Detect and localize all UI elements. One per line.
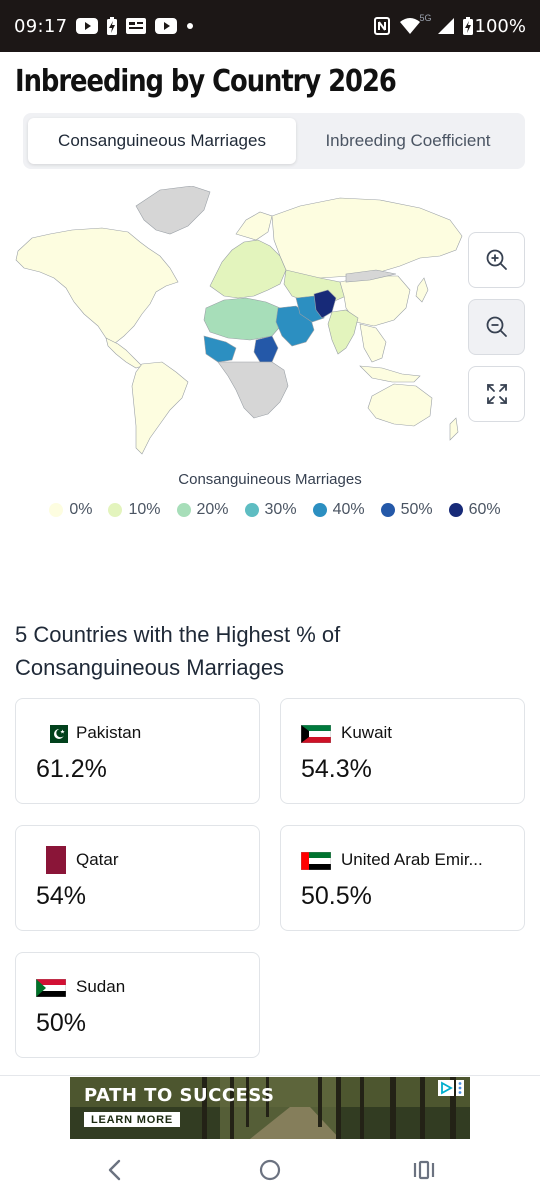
- country-value: 50.5%: [301, 882, 372, 910]
- tab-inbreeding-coefficient[interactable]: Inbreeding Coefficient: [296, 118, 520, 164]
- country-card-qatar[interactable]: Qatar 54%: [15, 825, 260, 931]
- uae-flag-icon: [301, 852, 331, 870]
- legend-dot: [448, 503, 463, 517]
- country-value: 54%: [36, 882, 87, 910]
- battery-saver-icon: [107, 17, 118, 35]
- legend-dot: [176, 503, 191, 517]
- legend-item-50: 50%: [380, 499, 433, 521]
- legend-label: 20%: [196, 501, 229, 518]
- notification-dot-icon: [186, 22, 194, 30]
- wifi-icon: 5G: [399, 13, 432, 35]
- country-name: Qatar: [76, 850, 119, 869]
- country-card-kuwait[interactable]: Kuwait 54.3%: [280, 698, 525, 804]
- home-button[interactable]: [250, 1154, 290, 1186]
- country-value: 50%: [36, 1009, 87, 1037]
- zoom-out-icon: [486, 316, 507, 337]
- map-region-southeast-asia: [359, 323, 387, 363]
- divider: [0, 1075, 540, 1076]
- country-value: 61.2%: [36, 755, 107, 783]
- fullscreen-icon: [486, 384, 507, 404]
- map-region-west-africa: [203, 335, 237, 363]
- country-name: Pakistan: [76, 723, 142, 742]
- back-button[interactable]: [95, 1154, 135, 1186]
- battery-icon: [462, 17, 473, 35]
- youtube-icon: [155, 18, 178, 34]
- recents-button[interactable]: [404, 1154, 444, 1186]
- fullscreen-button[interactable]: [468, 366, 525, 422]
- zoom-in-button[interactable]: [468, 232, 525, 288]
- legend-label: 60%: [468, 501, 501, 518]
- map-region-europe: [209, 239, 287, 299]
- legend-item-60: 60%: [448, 499, 501, 521]
- nfc-icon: [373, 17, 390, 35]
- world-map[interactable]: [10, 186, 465, 458]
- section-title: 5 Countries with the Highest % of Consan…: [15, 622, 341, 680]
- legend-dot: [108, 503, 123, 517]
- legend-item-0: 0%: [49, 499, 92, 521]
- legend-item-10: 10%: [108, 499, 161, 521]
- country-name: Sudan: [76, 977, 126, 996]
- legend-label: 50%: [400, 501, 433, 518]
- map-region-india: [327, 309, 359, 355]
- country-card-pakistan[interactable]: Pakistan 61.2%: [15, 698, 260, 804]
- status-time: 09:17: [14, 15, 68, 37]
- system-nav-bar: [0, 1140, 540, 1200]
- map-region-north-america: [15, 227, 179, 345]
- map-legend: 0% 10% 20% 30% 40% 50% 60%: [40, 499, 510, 521]
- home-icon: [259, 1159, 281, 1181]
- page-title: Inbreeding by Country 2026: [15, 64, 397, 99]
- legend-label: 40%: [332, 501, 365, 518]
- legend-title: Consanguineous Marriages: [178, 471, 362, 488]
- zoom-out-button[interactable]: [468, 299, 525, 355]
- map-region-russia: [271, 197, 463, 279]
- news-icon: [126, 18, 147, 34]
- more-options-icon: [456, 1080, 464, 1096]
- ad-banner[interactable]: PATH TO SUCCESS LEARN MORE: [70, 1077, 470, 1139]
- recents-icon: [413, 1160, 435, 1180]
- legend-dot: [49, 503, 64, 517]
- ad-learn-more-button[interactable]: LEARN MORE: [84, 1112, 180, 1127]
- ad-choices-icon: [438, 1080, 454, 1096]
- network-type: 5G: [419, 13, 432, 23]
- legend-dot: [312, 503, 327, 517]
- legend-dot: [244, 503, 259, 517]
- signal-icon: [437, 18, 454, 34]
- status-bar: 09:17 5G 100%: [0, 0, 540, 52]
- map-region-scandinavia: [235, 211, 273, 241]
- tab-consanguineous-marriages[interactable]: Consanguineous Marriages: [28, 118, 296, 164]
- zoom-in-icon: [486, 249, 507, 270]
- map-region-south-america: [131, 361, 189, 455]
- country-card-uae[interactable]: United Arab Emir... 50.5%: [280, 825, 525, 931]
- pakistan-flag-icon: [44, 725, 68, 743]
- legend-dot: [380, 503, 395, 517]
- youtube-icon: [76, 18, 99, 34]
- ad-choices[interactable]: [438, 1080, 464, 1096]
- qatar-flag-icon: [46, 846, 66, 874]
- kuwait-flag-icon: [301, 725, 331, 743]
- legend-item-20: 20%: [176, 499, 229, 521]
- map-region-australia: [367, 383, 433, 427]
- map-region-sub-saharan-africa: [217, 361, 289, 419]
- sudan-flag-icon: [36, 979, 66, 997]
- back-icon: [108, 1159, 121, 1181]
- country-card-sudan[interactable]: Sudan 50%: [15, 952, 260, 1058]
- ad-headline: PATH TO SUCCESS: [84, 1085, 275, 1106]
- map-region-indonesia: [359, 365, 421, 383]
- country-value: 54.3%: [301, 755, 372, 783]
- map-region-new-zealand: [449, 417, 459, 441]
- map-region-central-america: [105, 337, 143, 369]
- battery-percent: 100%: [474, 15, 526, 37]
- country-name: Kuwait: [341, 723, 393, 742]
- legend-label: 30%: [264, 501, 297, 518]
- map-region-greenland: [135, 186, 211, 235]
- legend-item-40: 40%: [312, 499, 365, 521]
- country-name: United Arab Emir...: [341, 850, 483, 869]
- legend-item-30: 30%: [244, 499, 297, 521]
- legend-label: 10%: [128, 501, 161, 518]
- map-region-sudan: [253, 335, 279, 363]
- map-region-japan: [415, 277, 429, 303]
- tab-bar: Consanguineous Marriages Inbreeding Coef…: [23, 113, 525, 169]
- map-region-north-africa: [203, 297, 285, 341]
- legend-label: 0%: [69, 501, 93, 518]
